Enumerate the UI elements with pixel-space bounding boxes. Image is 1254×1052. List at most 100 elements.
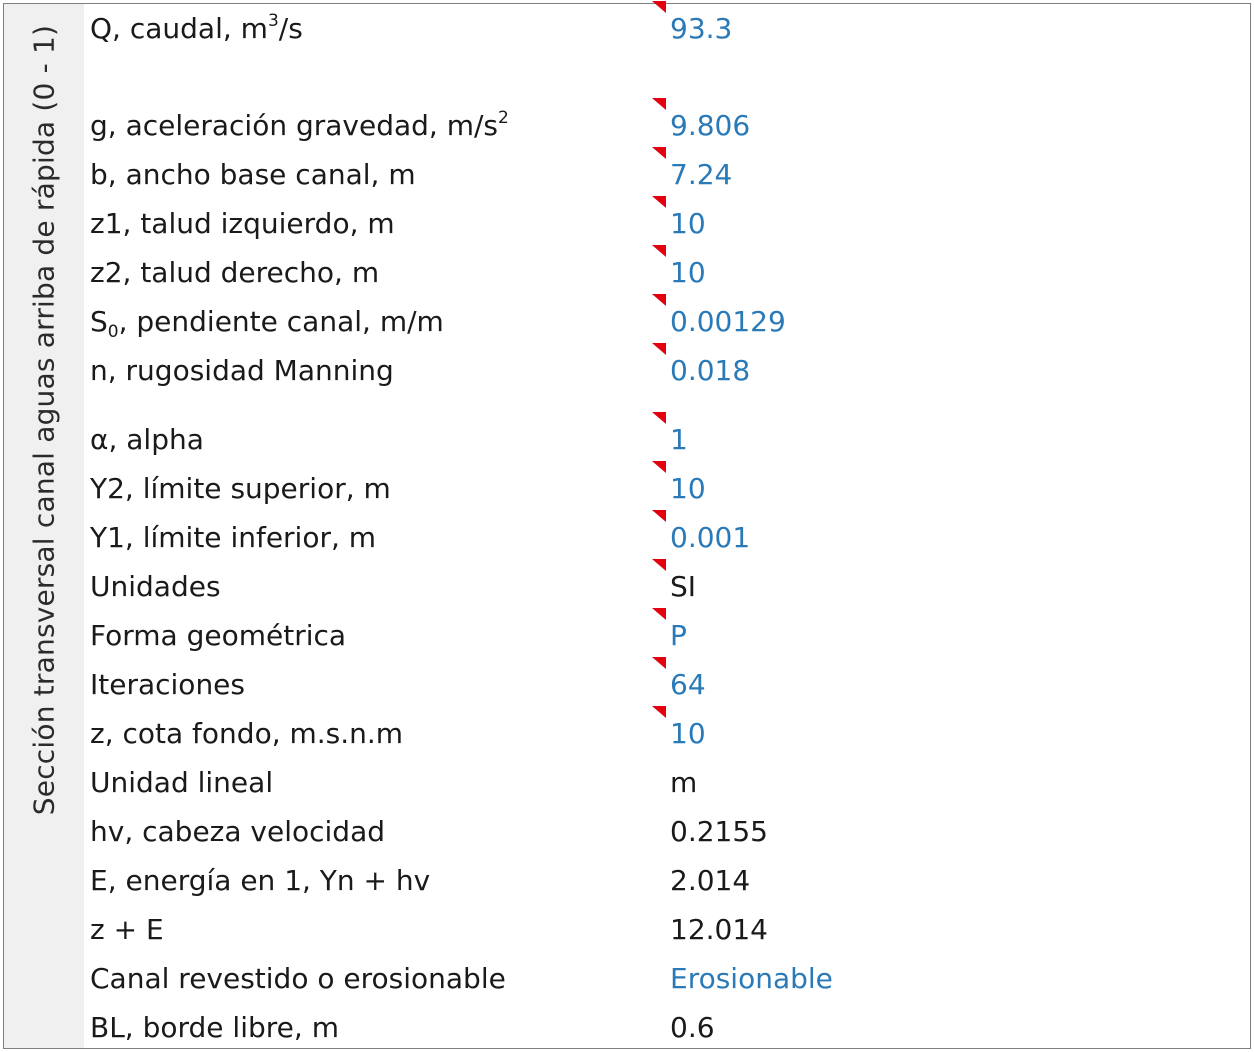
label-text: E, energía en 1, Yn + hv <box>90 864 431 897</box>
input-value-cell[interactable]: 64 <box>670 663 706 707</box>
comment-indicator-icon[interactable] <box>652 608 666 620</box>
parameter-label: z, cota fondo, m.s.n.m <box>90 712 403 756</box>
parameter-label: z2, talud derecho, m <box>90 251 379 295</box>
input-value-cell[interactable]: 0.00129 <box>670 300 786 344</box>
label-text: z1, talud izquierdo, m <box>90 207 395 240</box>
table-row: hv, cabeza velocidad 0.2155 <box>90 810 1248 854</box>
parameter-label: z1, talud izquierdo, m <box>90 202 395 246</box>
label-text: Y2, límite superior, m <box>90 472 391 505</box>
section-side-band: Sección transversal canal aguas arriba d… <box>4 4 84 1048</box>
table-row: z1, talud izquierdo, m 10 <box>90 196 1248 246</box>
table-row: Unidades SI <box>90 559 1248 609</box>
comment-indicator-icon[interactable] <box>652 510 666 522</box>
input-value-cell[interactable]: 9.806 <box>670 104 750 148</box>
parameter-label: z + E <box>90 908 164 952</box>
input-value-cell[interactable]: 10 <box>670 202 706 246</box>
label-text: b, ancho base canal, m <box>90 158 416 191</box>
comment-indicator-icon[interactable] <box>652 294 666 306</box>
table-row: g, aceleración gravedad, m/s2 9.806 <box>90 98 1248 148</box>
table-row: BL, borde libre, m 0.6 <box>90 1006 1248 1050</box>
label-text: Forma geométrica <box>90 619 347 652</box>
label-text-suffix: /s <box>278 12 303 45</box>
label-text: Q, caudal, m <box>90 12 268 45</box>
computed-value-cell[interactable]: 0.2155 <box>670 810 768 854</box>
label-text: n, rugosidad Manning <box>90 354 394 387</box>
input-value-cell[interactable]: 10 <box>670 467 706 511</box>
computed-value-cell[interactable]: 0.6 <box>670 1006 715 1050</box>
parameter-label: α, alpha <box>90 418 204 462</box>
table-row: n, rugosidad Manning 0.018 <box>90 343 1248 393</box>
parameter-label: n, rugosidad Manning <box>90 349 394 393</box>
label-text: α, alpha <box>90 423 204 456</box>
parameter-label: Forma geométrica <box>90 614 346 658</box>
comment-indicator-icon[interactable] <box>652 196 666 208</box>
computed-value-cell[interactable]: 2.014 <box>670 859 750 903</box>
section-title: Sección transversal canal aguas arriba d… <box>27 24 61 816</box>
label-text: BL, borde libre, m <box>90 1011 339 1044</box>
parameter-label: BL, borde libre, m <box>90 1006 339 1050</box>
label-text: z + E <box>90 913 164 946</box>
table-row: z2, talud derecho, m 10 <box>90 245 1248 295</box>
comment-indicator-icon[interactable] <box>652 245 666 257</box>
label-text: Y1, límite inferior, m <box>90 521 377 554</box>
label-text: Canal revestido o erosionable <box>90 962 506 995</box>
comment-indicator-icon[interactable] <box>652 98 666 110</box>
input-value-cell[interactable]: P <box>670 614 687 658</box>
table-row: Canal revestido o erosionable Erosionable <box>90 957 1248 1001</box>
input-value-cell[interactable]: 10 <box>670 712 706 756</box>
table-row: Y2, límite superior, m 10 <box>90 461 1248 511</box>
parameter-label: E, energía en 1, Yn + hv <box>90 859 430 903</box>
computed-value-cell[interactable]: SI <box>670 565 696 609</box>
input-value-cell[interactable]: 10 <box>670 251 706 295</box>
table-row: z, cota fondo, m.s.n.m 10 <box>90 706 1248 756</box>
parameter-label: b, ancho base canal, m <box>90 153 416 197</box>
label-text: S <box>90 305 108 338</box>
label-text-suffix: , pendiente canal, m/m <box>118 305 444 338</box>
label-superscript: 3 <box>267 11 279 31</box>
comment-indicator-icon[interactable] <box>652 412 666 424</box>
label-text: Iteraciones <box>90 668 245 701</box>
parameter-label: S0, pendiente canal, m/m <box>90 300 444 344</box>
table-row: Forma geométrica P <box>90 608 1248 658</box>
comment-indicator-icon[interactable] <box>652 343 666 355</box>
parameter-label: Y2, límite superior, m <box>90 467 391 511</box>
comment-indicator-icon[interactable] <box>652 657 666 669</box>
comment-indicator-icon[interactable] <box>652 559 666 571</box>
label-text: g, aceleración gravedad, m/s <box>90 109 499 142</box>
label-superscript: 2 <box>498 108 509 128</box>
parameter-label: Canal revestido o erosionable <box>90 957 506 1001</box>
table-row: Q, caudal, m3/s 93.3 <box>90 1 1248 51</box>
label-text: z2, talud derecho, m <box>90 256 380 289</box>
label-subscript: 0 <box>107 322 119 342</box>
table-row: Iteraciones 64 <box>90 657 1248 707</box>
comment-indicator-icon[interactable] <box>652 147 666 159</box>
input-value-cell[interactable]: 7.24 <box>670 153 732 197</box>
input-value-cell[interactable]: 1 <box>670 418 688 462</box>
label-text: z, cota fondo, m.s.n.m <box>90 717 404 750</box>
input-value-cell[interactable]: 93.3 <box>670 7 732 51</box>
label-text: Unidad lineal <box>90 766 274 799</box>
input-value-cell[interactable]: Erosionable <box>670 957 833 1001</box>
table-row: S0, pendiente canal, m/m 0.00129 <box>90 294 1248 344</box>
table-row: α, alpha 1 <box>90 412 1248 462</box>
computed-value-cell[interactable]: m <box>670 761 697 805</box>
input-value-cell[interactable]: 0.001 <box>670 516 750 560</box>
comment-indicator-icon[interactable] <box>652 1 666 13</box>
parameter-label: Unidades <box>90 565 221 609</box>
parameter-label: g, aceleración gravedad, m/s2 <box>90 104 509 148</box>
comment-indicator-icon[interactable] <box>652 706 666 718</box>
table-row: b, ancho base canal, m 7.24 <box>90 147 1248 197</box>
comment-indicator-icon[interactable] <box>652 461 666 473</box>
table-row: E, energía en 1, Yn + hv 2.014 <box>90 859 1248 903</box>
parameter-label: Y1, límite inferior, m <box>90 516 376 560</box>
sheet-panel: Sección transversal canal aguas arriba d… <box>3 1 1251 1050</box>
parameter-label: hv, cabeza velocidad <box>90 810 385 854</box>
table-row: Unidad lineal m <box>90 761 1248 805</box>
parameter-label: Q, caudal, m3/s <box>90 7 303 51</box>
input-value-cell[interactable]: 0.018 <box>670 349 750 393</box>
parameter-label: Unidad lineal <box>90 761 273 805</box>
label-text: hv, cabeza velocidad <box>90 815 386 848</box>
table-row: z + E 12.014 <box>90 908 1248 952</box>
computed-value-cell[interactable]: 12.014 <box>670 908 768 952</box>
table-row: Y1, límite inferior, m 0.001 <box>90 510 1248 560</box>
